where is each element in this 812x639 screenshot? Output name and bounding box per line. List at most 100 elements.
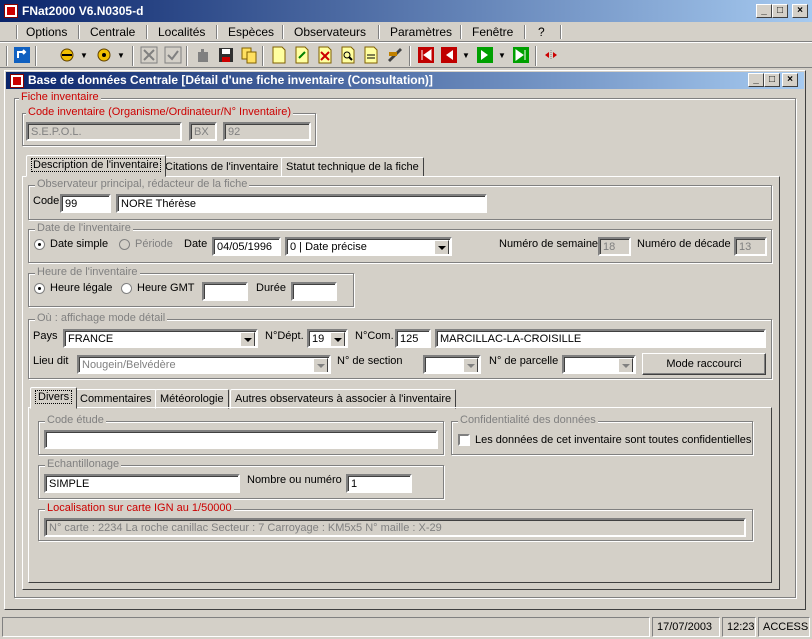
date-simple-label: Date simple	[50, 238, 109, 250]
chevron-down-icon[interactable]	[330, 332, 345, 346]
tab-citations[interactable]: Citations de l'inventaire	[160, 157, 284, 177]
observateur-name-field[interactable]: NORE Thérèse	[116, 194, 487, 213]
copy-icon[interactable]	[240, 46, 258, 64]
menu-especes[interactable]: Espèces	[228, 25, 274, 39]
date-simple-radio[interactable]	[34, 239, 45, 250]
pays-value: FRANCE	[68, 333, 114, 345]
heure-legale-radio[interactable]	[34, 283, 45, 294]
delete-icon[interactable]	[316, 46, 334, 64]
parcelle-label: N° de parcelle	[489, 355, 559, 367]
expand-icon[interactable]	[542, 46, 560, 64]
observateur-legend: Observateur principal, rédacteur de la f…	[35, 178, 250, 190]
status-bar: 17/07/2003 12:23 ACCESS	[0, 614, 812, 639]
date-field[interactable]: 04/05/1996	[212, 237, 281, 256]
chevron-down-icon[interactable]: ▼	[498, 51, 506, 60]
menu-parametres[interactable]: Paramètres	[390, 25, 452, 39]
observateur-code-field[interactable]: 99	[60, 194, 111, 213]
parcelle-select[interactable]	[562, 355, 636, 374]
cancel-icon[interactable]	[140, 46, 158, 64]
tab-description[interactable]: Description de l'inventaire	[26, 155, 166, 177]
confidentialite-checkbox[interactable]	[458, 434, 470, 446]
menu-fenetre[interactable]: Fenêtre	[472, 25, 513, 39]
tab-commentaires[interactable]: Commentaires	[75, 389, 157, 409]
echantillonage-field[interactable]: SIMPLE	[44, 474, 240, 493]
pays-select[interactable]: FRANCE	[63, 329, 258, 348]
chevron-down-icon[interactable]: ▼	[462, 51, 470, 60]
code-numero-field[interactable]: 92	[223, 122, 311, 141]
tools-icon[interactable]	[386, 46, 404, 64]
date-precision-select[interactable]: 0 | Date précise	[285, 237, 452, 256]
semaine-label: Numéro de semaine	[499, 238, 599, 250]
date-precision-value: 0 | Date précise	[290, 241, 367, 253]
heure-field[interactable]	[202, 282, 248, 301]
section-select[interactable]	[423, 355, 481, 374]
tab-divers[interactable]: Divers	[30, 387, 78, 409]
mode-raccourci-button[interactable]: Mode raccourci	[642, 353, 766, 375]
code-organisme-field[interactable]: S.E.P.O.L.	[26, 122, 182, 141]
commune-number-field[interactable]: 125	[395, 329, 431, 348]
semaine-field[interactable]: 18	[598, 237, 631, 256]
tab-statut[interactable]: Statut technique de la fiche	[281, 157, 424, 177]
periode-radio[interactable]	[119, 239, 130, 250]
chevron-down-icon[interactable]: ▼	[80, 51, 88, 60]
decade-field[interactable]: 13	[734, 237, 767, 256]
edit-icon[interactable]	[293, 46, 311, 64]
dept-select[interactable]: 19	[307, 329, 348, 348]
ign-location-field[interactable]: N° carte : 2234 La roche canillac Secteu…	[44, 518, 746, 537]
code-etude-field[interactable]	[44, 430, 438, 449]
child-title: Base de données Centrale [Détail d'une f…	[28, 73, 433, 87]
toolbar: ▼ ▼ ▼ ▼	[0, 42, 812, 68]
refresh-icon[interactable]	[13, 46, 31, 64]
tab-autres-observateurs[interactable]: Autres observateurs à associer à l'inven…	[230, 389, 457, 409]
print-icon[interactable]	[362, 46, 380, 64]
chevron-down-icon[interactable]	[618, 358, 633, 372]
settings-icon[interactable]	[95, 46, 113, 64]
filter-icon[interactable]	[58, 46, 76, 64]
lieudit-select[interactable]: Nougein/Belvédère	[77, 355, 331, 374]
menu-localites[interactable]: Localités	[158, 25, 205, 39]
next-record-icon[interactable]	[476, 46, 494, 64]
validate-icon[interactable]	[164, 46, 182, 64]
pays-label: Pays	[33, 330, 58, 342]
child-titlebar: Base de données Centrale [Détail d'une f…	[6, 72, 804, 89]
ign-legend: Localisation sur carte IGN au 1/50000	[45, 502, 234, 514]
duree-label: Durée	[256, 282, 286, 294]
first-record-icon[interactable]	[417, 46, 435, 64]
date-legend: Date de l'inventaire	[35, 222, 133, 234]
status-date: 17/07/2003	[652, 617, 720, 637]
nombre-field[interactable]: 1	[346, 474, 412, 493]
lieudit-label: Lieu dit	[33, 355, 69, 367]
chevron-down-icon[interactable]: ▼	[117, 51, 125, 60]
tab-meteorologie[interactable]: Météorologie	[155, 389, 229, 409]
menu-help[interactable]: ?	[538, 25, 545, 39]
menu-centrale[interactable]: Centrale	[90, 25, 135, 39]
heure-legale-label: Heure légale	[50, 282, 113, 294]
hand-icon[interactable]	[194, 46, 212, 64]
child-maximize-icon[interactable]: □	[764, 73, 780, 87]
periode-label: Période	[135, 238, 173, 250]
chevron-down-icon[interactable]	[434, 240, 449, 254]
minimize-icon[interactable]: _	[756, 4, 772, 18]
child-minimize-icon[interactable]: _	[748, 73, 764, 87]
chevron-down-icon[interactable]	[463, 358, 478, 372]
chevron-down-icon[interactable]	[313, 358, 328, 372]
save-icon[interactable]	[217, 46, 235, 64]
maximize-icon[interactable]: □	[772, 4, 788, 18]
tab-description-label: Description de l'inventaire	[31, 158, 161, 172]
new-icon[interactable]	[270, 46, 288, 64]
commune-name-field[interactable]: MARCILLAC-LA-CROISILLE	[435, 329, 766, 348]
code-etude-legend: Code étude	[45, 414, 106, 426]
code-ordinateur-field[interactable]: BX	[189, 122, 217, 141]
duree-field[interactable]	[291, 282, 337, 301]
close-icon[interactable]: ×	[792, 4, 808, 18]
previous-record-icon[interactable]	[440, 46, 458, 64]
heure-gmt-radio[interactable]	[121, 283, 132, 294]
child-close-icon[interactable]: ×	[782, 73, 798, 87]
ou-legend: Où : affichage mode détail	[35, 312, 168, 324]
last-record-icon[interactable]	[512, 46, 530, 64]
chevron-down-icon[interactable]	[240, 332, 255, 346]
search-icon[interactable]	[339, 46, 357, 64]
date-label: Date	[184, 238, 208, 250]
menu-observateurs[interactable]: Observateurs	[294, 25, 366, 39]
menu-options[interactable]: Options	[26, 25, 67, 39]
